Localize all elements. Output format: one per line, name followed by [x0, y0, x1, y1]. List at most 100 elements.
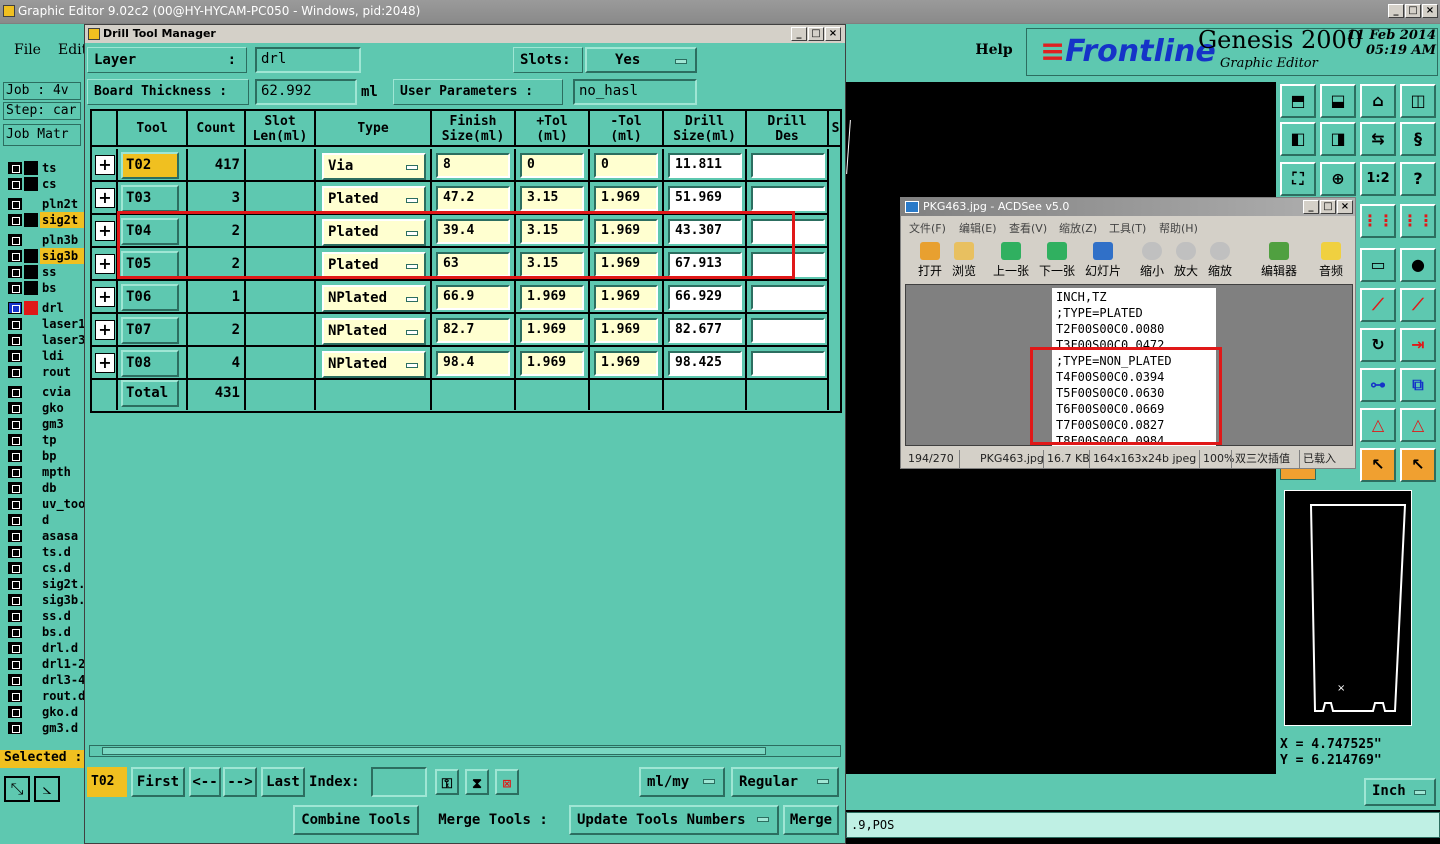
acd-zoom-button[interactable]: 缩放	[1203, 242, 1237, 279]
layer-checkbox[interactable]	[8, 250, 22, 262]
drill-size-input[interactable]: 82.677	[668, 318, 742, 343]
layer-checkbox[interactable]	[8, 610, 22, 622]
zoom-down-icon[interactable]: ⬓	[1320, 84, 1356, 118]
layer-color-swatch[interactable]	[24, 625, 38, 639]
layer-color-swatch[interactable]	[24, 265, 38, 279]
lock-icon[interactable]: ⚿	[435, 769, 459, 795]
home-icon[interactable]: ⌂	[1360, 84, 1396, 118]
layer-checkbox[interactable]	[8, 562, 22, 574]
layer-checkbox[interactable]	[8, 350, 22, 362]
center-icon[interactable]: ⊕	[1320, 162, 1356, 196]
layer-name[interactable]: ts.d	[40, 544, 84, 560]
layer-color-swatch[interactable]	[24, 249, 38, 263]
finish-size-input[interactable]: 98.4	[436, 351, 510, 376]
layer-color-swatch[interactable]	[24, 673, 38, 687]
align-icon[interactable]: ⇥	[1400, 328, 1436, 362]
layer-checkbox[interactable]	[8, 514, 22, 526]
layer-name[interactable]: pln3b	[40, 232, 84, 248]
layer-checkbox[interactable]	[8, 162, 22, 174]
command-line[interactable]: .9,POS	[846, 812, 1440, 838]
arc-2-icon[interactable]: △	[1400, 408, 1436, 442]
layer-row[interactable]: sig3b	[8, 248, 84, 264]
scrollbar-thumb[interactable]	[102, 747, 766, 755]
layer-name[interactable]: cs	[40, 176, 84, 192]
layer-checkbox[interactable]	[8, 318, 22, 330]
layer-color-swatch[interactable]	[24, 657, 38, 671]
delete-icon[interactable]: ⊠	[495, 769, 519, 795]
minimize-icon[interactable]: _	[1388, 4, 1404, 18]
layer-color-swatch[interactable]	[24, 281, 38, 295]
layer-row[interactable]: sig3b.	[8, 592, 84, 608]
layer-checkbox[interactable]	[8, 198, 22, 210]
line-2-icon[interactable]: ⟋	[1400, 288, 1436, 322]
layer-name[interactable]: drl	[40, 300, 84, 316]
last-button[interactable]: Last	[261, 767, 305, 797]
layer-checkbox[interactable]	[8, 498, 22, 510]
acd-next-button[interactable]: 下一张	[1037, 242, 1077, 279]
minus-tol-input[interactable]: 1.969	[594, 285, 658, 310]
layer-name[interactable]: drl.d	[40, 640, 84, 656]
layer-name[interactable]: asasa	[40, 528, 84, 544]
layer-name[interactable]: laser3	[40, 332, 84, 348]
acd-menu-file[interactable]: 文件(F)	[909, 220, 946, 236]
layer-row[interactable]: gko.d	[8, 704, 84, 720]
acdsee-maximize-icon[interactable]: □	[1320, 200, 1336, 214]
drill-size-input[interactable]: 11.811	[668, 153, 742, 178]
layer-color-swatch[interactable]	[24, 233, 38, 247]
merge-button[interactable]: Merge	[783, 805, 839, 835]
layer-color-swatch[interactable]	[24, 417, 38, 431]
layer-name[interactable]: sig2t	[40, 212, 84, 228]
type-dropdown[interactable]: Plated	[322, 186, 426, 213]
layer-name[interactable]: laser1	[40, 316, 84, 332]
layer-color-swatch[interactable]	[24, 561, 38, 575]
layer-checkbox[interactable]	[8, 658, 22, 670]
minus-tol-input[interactable]: 1.969	[594, 351, 658, 376]
acd-menu-edit[interactable]: 编辑(E)	[959, 220, 997, 236]
layer-checkbox[interactable]	[8, 706, 22, 718]
shapes-icon[interactable]: ⧉	[1400, 368, 1436, 402]
select-2-icon[interactable]: ↖	[1400, 448, 1436, 482]
layer-color-swatch[interactable]	[24, 449, 38, 463]
layer-name[interactable]: cs.d	[40, 560, 84, 576]
acd-menu-zoom[interactable]: 缩放(Z)	[1059, 220, 1097, 236]
layer-name[interactable]: sig3b.	[40, 592, 84, 608]
minus-tol-input[interactable]: 0	[594, 153, 658, 178]
tool-button[interactable]: T08	[121, 350, 179, 377]
layer-name[interactable]: ss.d	[40, 608, 84, 624]
layer-color-swatch[interactable]	[24, 213, 38, 227]
drill-des-input[interactable]	[751, 318, 825, 343]
user-params-input[interactable]: no_hasl	[573, 79, 697, 105]
expand-plus-icon[interactable]: +	[95, 320, 115, 340]
layer-row[interactable]: ts	[8, 160, 84, 176]
layers-icon[interactable]: ⋮⋮	[1360, 204, 1396, 238]
dtm-maximize-icon[interactable]: □	[808, 27, 824, 41]
layer-color-swatch[interactable]	[24, 545, 38, 559]
zoom-home-icon[interactable]: ⬒	[1280, 84, 1316, 118]
finish-size-input[interactable]: 82.7	[436, 318, 510, 343]
menu-edit[interactable]: Edit	[58, 42, 87, 58]
layer-row[interactable]: drl	[8, 300, 84, 316]
layer-row[interactable]: rout.d	[8, 688, 84, 704]
layer-color-swatch[interactable]	[24, 513, 38, 527]
drill-size-input[interactable]: 51.969	[668, 186, 742, 211]
layer-color-swatch[interactable]	[24, 349, 38, 363]
acd-browse-button[interactable]: 浏览	[947, 242, 981, 279]
tool-button[interactable]: T07	[121, 317, 179, 344]
plus-tol-input[interactable]: 0	[520, 153, 584, 178]
layer-row[interactable]: sig2t	[8, 212, 84, 228]
mirror-icon[interactable]: ⇆	[1360, 122, 1396, 156]
layer-checkbox[interactable]	[8, 690, 22, 702]
units-dropdown[interactable]: ml/my	[639, 767, 725, 797]
tool-button[interactable]: T02	[121, 152, 179, 179]
layer-name[interactable]: bs.d	[40, 624, 84, 640]
job-matrix-button[interactable]: Job Matr	[3, 124, 81, 146]
snap-icon[interactable]: ⦣	[34, 776, 60, 802]
layer-row[interactable]: ldi	[8, 348, 84, 364]
layer-checkbox[interactable]	[8, 402, 22, 414]
layer-checkbox[interactable]	[8, 626, 22, 638]
layer-name[interactable]: uv_too	[40, 496, 84, 512]
filter-icon[interactable]: ⧗	[465, 769, 489, 795]
layer-name[interactable]: rout	[40, 364, 84, 380]
layer-name[interactable]: sig2t.	[40, 576, 84, 592]
layer-checkbox[interactable]	[8, 546, 22, 558]
